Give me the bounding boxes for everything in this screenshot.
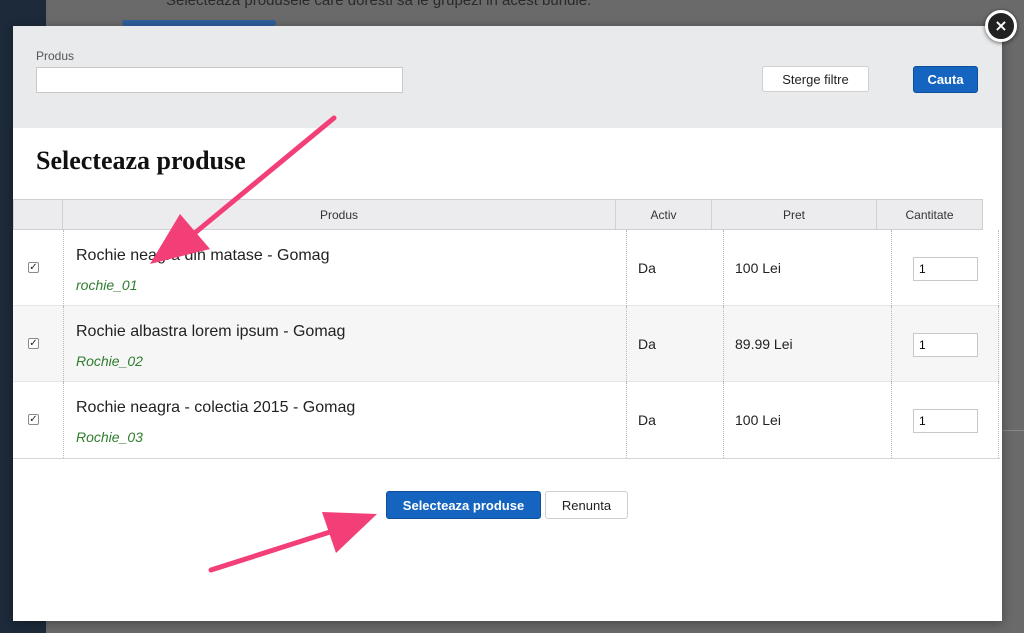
check-icon: ✓: [29, 262, 38, 273]
product-code: Rochie_03: [76, 429, 143, 445]
select-products-button[interactable]: Selecteaza produse: [386, 491, 541, 519]
product-code: Rochie_02: [76, 353, 143, 369]
header-pret: Pret: [711, 199, 877, 230]
row-checkbox[interactable]: ✓: [28, 262, 39, 273]
product-cell: Rochie neagra - colectia 2015 - Gomag Ro…: [63, 382, 626, 458]
table-row: ✓ Rochie albastra lorem ipsum - Gomag Ro…: [13, 306, 1000, 382]
product-code: rochie_01: [76, 277, 138, 293]
products-table: ✓ Rochie neagra din matase - Gomag rochi…: [13, 230, 1000, 459]
qty-cell: [891, 382, 999, 458]
product-name: Rochie neagra - colectia 2015 - Gomag: [76, 399, 356, 416]
pret-cell: 89.99 Lei: [723, 306, 891, 382]
price-value: 89.99 Lei: [735, 336, 793, 352]
check-icon: ✓: [29, 414, 38, 425]
header-activ: Activ: [615, 199, 712, 230]
qty-cell: [891, 306, 999, 382]
quantity-input[interactable]: [913, 333, 978, 357]
price-value: 100 Lei: [735, 260, 781, 276]
product-name: Rochie neagra din matase - Gomag: [76, 247, 330, 264]
close-button[interactable]: ×: [985, 10, 1017, 42]
table-row: ✓ Rochie neagra - colectia 2015 - Gomag …: [13, 382, 1000, 458]
filter-label: Produs: [36, 49, 75, 63]
activ-value: Da: [638, 336, 656, 352]
product-cell: Rochie neagra din matase - Gomag rochie_…: [63, 230, 626, 306]
select-products-modal: Produs Sterge filtre Cauta Selecteaza pr…: [13, 26, 1002, 621]
activ-cell: Da: [626, 306, 723, 382]
background-instruction: Selecteaza produsele care doresti sa le …: [166, 0, 592, 9]
quantity-input[interactable]: [913, 257, 978, 281]
activ-cell: Da: [626, 230, 723, 306]
header-cantitate: Cantitate: [876, 199, 983, 230]
qty-cell: [891, 230, 999, 306]
select-cell: ✓: [13, 230, 63, 306]
filter-bar: Produs Sterge filtre Cauta: [13, 26, 1002, 128]
header-produs: Produs: [62, 199, 616, 230]
product-name: Rochie albastra lorem ipsum - Gomag: [76, 323, 346, 340]
select-cell: ✓: [13, 306, 63, 382]
cancel-button[interactable]: Renunta: [545, 491, 628, 519]
row-checkbox[interactable]: ✓: [28, 414, 39, 425]
table-row: ✓ Rochie neagra din matase - Gomag rochi…: [13, 230, 1000, 306]
table-header: Produs Activ Pret Cantitate: [13, 199, 983, 230]
pret-cell: 100 Lei: [723, 382, 891, 458]
product-cell: Rochie albastra lorem ipsum - Gomag Roch…: [63, 306, 626, 382]
activ-value: Da: [638, 412, 656, 428]
activ-value: Da: [638, 260, 656, 276]
pret-cell: 100 Lei: [723, 230, 891, 306]
background-divider: [1000, 430, 1024, 431]
section-title: Selecteaza produse: [36, 146, 246, 175]
header-select: [13, 199, 63, 230]
activ-cell: Da: [626, 382, 723, 458]
quantity-input[interactable]: [913, 409, 978, 433]
close-icon: ×: [994, 16, 1008, 35]
product-filter-input[interactable]: [36, 67, 403, 93]
row-checkbox[interactable]: ✓: [28, 338, 39, 349]
clear-filters-button[interactable]: Sterge filtre: [762, 66, 869, 92]
check-icon: ✓: [29, 338, 38, 349]
price-value: 100 Lei: [735, 412, 781, 428]
search-button[interactable]: Cauta: [913, 66, 978, 93]
select-cell: ✓: [13, 382, 63, 458]
